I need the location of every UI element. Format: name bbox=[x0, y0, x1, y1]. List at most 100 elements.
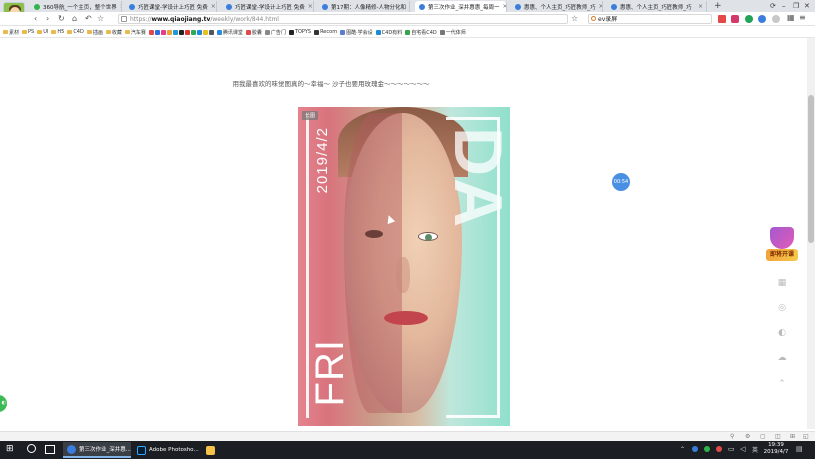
notification-icon[interactable]: ▤ bbox=[796, 445, 803, 453]
tab-close-icon[interactable]: × bbox=[308, 3, 313, 10]
bookmark-site[interactable]: Recom bbox=[314, 29, 337, 35]
taskbar-browser-item[interactable]: 第三次作业_深井惠... bbox=[63, 442, 131, 458]
search-input[interactable]: ev录屏 bbox=[588, 14, 712, 24]
bookmark-site[interactable]: 一代体师 bbox=[439, 29, 466, 36]
bookmark-label: 胶囊 bbox=[251, 29, 262, 36]
browser-tab[interactable]: 巧匠课堂-学设计上巧匠 免费 × bbox=[222, 1, 314, 12]
task-view-icon[interactable] bbox=[45, 445, 55, 454]
tab-favicon-icon bbox=[34, 3, 40, 10]
browser-tab[interactable]: 第17期：人像精修-人物分化和 × bbox=[318, 1, 410, 12]
maximize-button[interactable]: ❐ bbox=[793, 1, 799, 11]
cart-icon[interactable]: ▦ bbox=[775, 276, 789, 290]
tab-label: 第17期：人像精修-人物分化和 bbox=[331, 4, 406, 11]
status-icon[interactable]: ◱ bbox=[803, 433, 809, 440]
tray-app-icon[interactable] bbox=[704, 446, 710, 452]
status-icon[interactable]: ⊞ bbox=[790, 433, 795, 440]
status-icon[interactable]: ◫ bbox=[775, 433, 781, 440]
tray-app-icon[interactable] bbox=[716, 446, 722, 452]
browser-tab[interactable]: 惠惠、个人主页_巧匠教师_巧 × bbox=[511, 1, 603, 12]
bookmark-site[interactable]: 广告门 bbox=[264, 29, 286, 36]
network-icon[interactable]: ▭ bbox=[728, 445, 735, 453]
site-icon bbox=[160, 29, 166, 35]
back-icon[interactable]: ‹ bbox=[34, 13, 37, 25]
windows-start-icon[interactable]: ⊞ bbox=[6, 445, 15, 454]
bookmark-site[interactable]: TOPYS bbox=[288, 29, 311, 35]
headset-icon[interactable]: ◐ bbox=[775, 326, 789, 340]
bookmark-site[interactable]: 自宅看C4D bbox=[405, 29, 437, 36]
folder-icon bbox=[22, 30, 28, 34]
status-icon[interactable]: ⚙ bbox=[745, 433, 750, 440]
favorite-star-icon[interactable]: ☆ bbox=[97, 13, 104, 25]
tab-close-icon[interactable]: × bbox=[698, 3, 703, 10]
bookmark-folder[interactable]: 汽车赛 bbox=[124, 29, 146, 36]
tab-close-icon[interactable]: × bbox=[120, 3, 121, 10]
input-language[interactable]: 英 bbox=[752, 445, 758, 454]
bookmark-folder[interactable]: UI bbox=[37, 29, 48, 35]
tray-chevron-icon[interactable]: ⌃ bbox=[680, 446, 685, 453]
extension-icon[interactable] bbox=[772, 15, 780, 23]
status-icon[interactable]: ▢ bbox=[760, 433, 766, 440]
forward-icon[interactable]: › bbox=[46, 13, 49, 25]
volume-icon[interactable]: ◁ bbox=[740, 445, 745, 453]
taskbar-explorer-item[interactable] bbox=[202, 442, 218, 458]
tab-close-icon[interactable]: × bbox=[599, 3, 602, 10]
bookmarks-bar: 素材 PS UI H5 C4D 插画 收藏 汽车赛 腾讯课堂 胶囊 广告门 TO… bbox=[0, 27, 815, 38]
bookmark-site[interactable]: 胶囊 bbox=[245, 29, 262, 36]
status-icon[interactable]: ⚲ bbox=[730, 433, 734, 440]
browser-tab[interactable]: 360导航_一个主页，整个世界 × bbox=[30, 1, 122, 12]
back-to-top-icon[interactable]: ⌃ bbox=[775, 377, 789, 391]
browser-tab[interactable]: 惠惠、个人主页_巧匠教师_巧 × bbox=[607, 1, 707, 12]
extension-icon[interactable] bbox=[745, 15, 753, 23]
new-tab-button[interactable]: + bbox=[714, 1, 722, 11]
browser-tab[interactable]: 巧匠课堂-学设计上巧匠 免费 × bbox=[125, 1, 217, 12]
bookmark-folder[interactable]: C4D bbox=[67, 29, 84, 35]
bookmark-folder[interactable]: 插画 bbox=[86, 29, 103, 36]
extension-icon[interactable] bbox=[758, 15, 766, 23]
bookmark-folder[interactable]: H5 bbox=[51, 29, 64, 35]
tab-close-icon[interactable]: × bbox=[211, 3, 216, 10]
taskbar-item-label: Adobe Photosho... bbox=[149, 447, 199, 453]
undo-icon[interactable]: ↶ bbox=[85, 13, 92, 25]
bookmark-star-icon[interactable]: ☆ bbox=[571, 13, 578, 25]
tray-app-icon[interactable] bbox=[692, 446, 698, 452]
extension-icon[interactable] bbox=[718, 15, 726, 23]
bookmark-site[interactable]: 腾讯课堂 bbox=[216, 29, 243, 36]
browser-tab-active[interactable]: 第三次作业_深井惠惠_每周一 × bbox=[415, 1, 507, 12]
bookmark-label: 广告门 bbox=[270, 29, 286, 36]
coupon-icon[interactable]: ☁ bbox=[775, 351, 789, 365]
search-icon[interactable] bbox=[27, 444, 36, 453]
tab-close-icon[interactable]: × bbox=[409, 3, 410, 10]
taskbar-photoshop-item[interactable]: Adobe Photosho... bbox=[133, 442, 201, 458]
close-window-button[interactable]: ✕ bbox=[804, 1, 810, 11]
extension-icon[interactable] bbox=[731, 15, 739, 23]
bookmark-site[interactable]: 图酷·学会设 bbox=[340, 29, 373, 36]
recording-timer-badge[interactable]: 00:54 bbox=[612, 173, 630, 191]
bookmark-label: 一代体师 bbox=[445, 29, 466, 36]
bookmark-site[interactable]: C4D有料 bbox=[375, 29, 402, 36]
grid-icon[interactable]: ▦ bbox=[787, 13, 795, 22]
chat-icon[interactable]: ◎ bbox=[775, 301, 789, 315]
clock-date: 2019/4/7 bbox=[763, 449, 789, 455]
minimize-button[interactable]: – bbox=[782, 1, 786, 11]
folder-icon bbox=[67, 30, 73, 34]
address-bar[interactable]: https://www.qiaojiang.tv/weekly/work/844… bbox=[118, 14, 568, 24]
menu-icon[interactable]: ≡ bbox=[799, 13, 806, 22]
bookmark-folder[interactable]: 素材 bbox=[3, 29, 19, 36]
photoshop-app-icon bbox=[137, 445, 146, 455]
folder-icon bbox=[124, 30, 130, 34]
bookmark-folder[interactable]: 收藏 bbox=[105, 29, 122, 36]
poster-lips bbox=[384, 311, 428, 325]
taskbar-clock[interactable]: 19:39 2019/4/7 bbox=[762, 442, 790, 456]
bookmark-folder[interactable]: PS bbox=[22, 29, 34, 35]
clock-time: 19:39 bbox=[768, 442, 784, 448]
tab-close-icon[interactable]: × bbox=[503, 3, 506, 10]
reload-icon[interactable]: ↻ bbox=[58, 13, 65, 25]
page-info-icon[interactable] bbox=[121, 16, 127, 22]
work-caption: 用我最喜欢的味觉图真的～幸福～ 沙子也要用玫瑰金～～～～～～～ bbox=[232, 80, 430, 88]
work-poster-image[interactable]: DA 2019/4/2 FRI 长图 bbox=[298, 107, 510, 426]
scrollbar-thumb[interactable] bbox=[808, 95, 814, 243]
restore-session-icon[interactable]: ⟳ bbox=[770, 1, 776, 11]
home-icon[interactable]: ⌂ bbox=[72, 13, 77, 25]
course-promo-badge[interactable]: 即将开课 bbox=[765, 225, 799, 267]
bookmark-site-icons[interactable] bbox=[148, 29, 214, 35]
